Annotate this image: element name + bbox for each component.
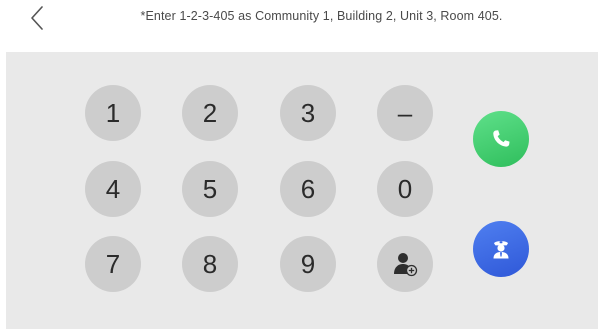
key-9[interactable]: 9 [280, 236, 336, 292]
key-label: 7 [105, 249, 121, 279]
key-label: 3 [300, 98, 316, 128]
key-label: 2 [202, 98, 218, 128]
key-dash[interactable]: – [377, 85, 433, 141]
key-1[interactable]: 1 [85, 85, 141, 141]
key-0[interactable]: 0 [377, 161, 433, 217]
input-hint-text: *Enter 1-2-3-405 as Community 1, Buildin… [140, 9, 503, 23]
key-label: 8 [202, 249, 218, 279]
key-label: 6 [300, 174, 316, 204]
key-label: 1 [105, 98, 121, 128]
key-5[interactable]: 5 [182, 161, 238, 217]
key-label: – [397, 98, 413, 128]
add-contact-button[interactable] [377, 236, 433, 292]
key-8[interactable]: 8 [182, 236, 238, 292]
security-guard-icon [493, 241, 509, 259]
top-bar: *Enter 1-2-3-405 as Community 1, Buildin… [0, 0, 603, 40]
security-guard-button[interactable] [473, 221, 529, 277]
call-button[interactable] [473, 111, 529, 167]
add-contact-icon [394, 253, 418, 277]
key-4[interactable]: 4 [85, 161, 141, 217]
key-2[interactable]: 2 [182, 85, 238, 141]
key-6[interactable]: 6 [280, 161, 336, 217]
phone-icon [493, 130, 510, 147]
key-3[interactable]: 3 [280, 85, 336, 141]
keypad-panel: 1 2 3 – 4 5 6 0 7 8 9 [6, 52, 598, 329]
key-label: 9 [300, 249, 316, 279]
key-label: 5 [202, 174, 218, 204]
key-7[interactable]: 7 [85, 236, 141, 292]
key-label: 4 [105, 174, 121, 204]
key-label: 0 [397, 174, 413, 204]
